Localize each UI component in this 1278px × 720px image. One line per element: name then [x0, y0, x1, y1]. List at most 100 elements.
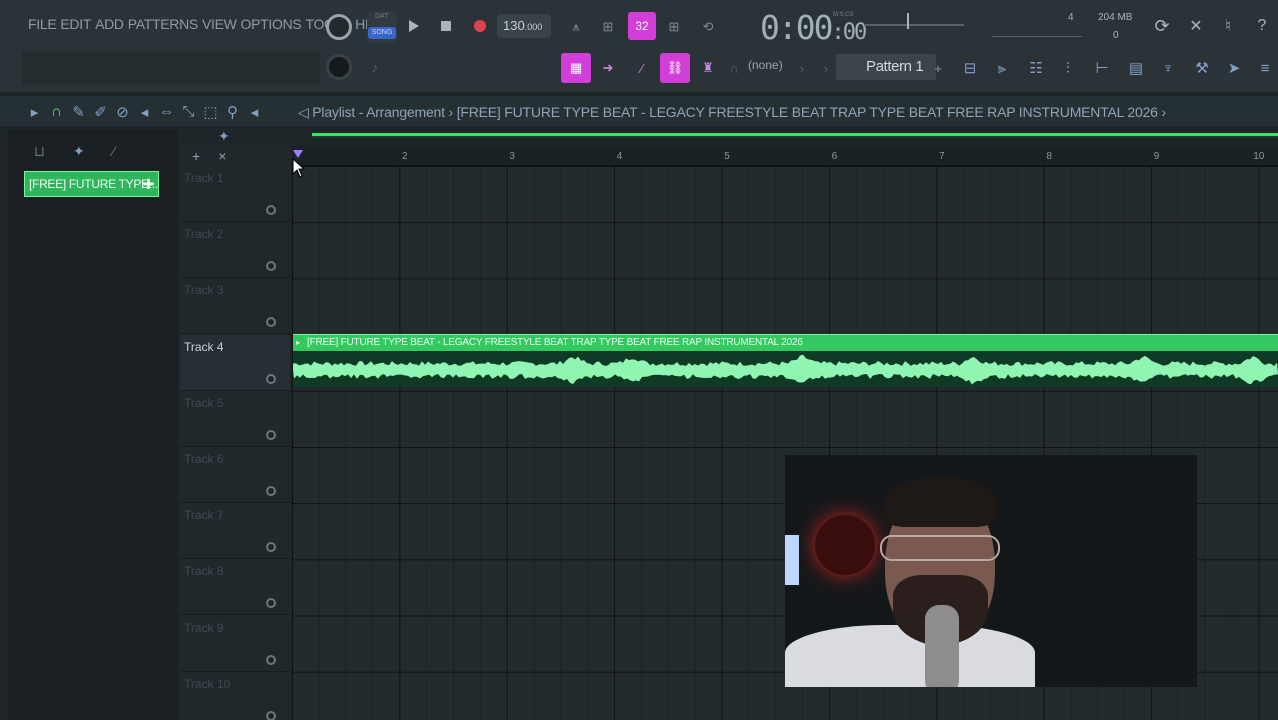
track-mute-button[interactable]: [266, 710, 276, 720]
refresh-button[interactable]: ⟳: [1150, 14, 1174, 38]
record-button[interactable]: [470, 16, 490, 36]
playhead-marker[interactable]: [293, 150, 303, 158]
wait-record-button[interactable]: ⊞: [596, 16, 620, 38]
track-mute-button[interactable]: [266, 317, 276, 328]
faders-button[interactable]: ⫶: [1056, 56, 1080, 80]
help-button[interactable]: ?: [1250, 14, 1274, 38]
track-header[interactable]: Track 1: [180, 166, 290, 222]
track-mute-button[interactable]: [266, 205, 276, 215]
paint-icon[interactable]: ✐: [92, 103, 109, 121]
slip-icon[interactable]: ⇔: [158, 103, 175, 121]
picker-automation-icon[interactable]: ⁄: [113, 143, 115, 160]
track-header[interactable]: Track 8: [180, 559, 290, 616]
scrollbar-thumb[interactable]: [312, 133, 1278, 136]
track-header[interactable]: Track 3: [180, 278, 290, 335]
select-icon[interactable]: ⬚: [202, 103, 219, 121]
browser-button[interactable]: ♜: [696, 56, 720, 80]
audio-clip[interactable]: ▸ [FREE] FUTURE TYPE BEAT - LEGACY FREES…: [293, 334, 1278, 387]
tools-button[interactable]: ⚒: [1190, 56, 1214, 80]
track-header[interactable]: Track 10: [180, 672, 290, 720]
channel-selector[interactable]: (none): [748, 58, 783, 72]
forward-icon: ➤: [1227, 60, 1241, 77]
track-header[interactable]: Track 5: [180, 391, 290, 447]
master-pitch-knob[interactable]: [326, 54, 352, 80]
mute-tool-icon[interactable]: ◂: [136, 103, 153, 121]
step-edit-button[interactable]: ⊞: [662, 16, 686, 38]
time-ruler[interactable]: 2 3 4 5 6 7 8 9 10: [292, 146, 1278, 166]
master-volume-knob[interactable]: [326, 14, 352, 40]
mixer-button[interactable]: ⊟: [958, 56, 982, 80]
add-pattern-button[interactable]: +: [930, 56, 946, 80]
file-button[interactable]: ▤: [1124, 56, 1148, 80]
master-pitch-slider[interactable]: [864, 24, 964, 26]
track-header[interactable]: Track 9: [180, 616, 290, 672]
delete-icon[interactable]: ⊘: [114, 103, 131, 121]
play-button[interactable]: [404, 16, 424, 36]
track-mute-button[interactable]: [266, 542, 276, 553]
zoom-icon[interactable]: ⚲: [224, 103, 241, 121]
pat-song-toggle[interactable]: DAT SONG: [367, 11, 397, 43]
track-mute-button[interactable]: [266, 598, 276, 609]
remove-track-icon[interactable]: ×: [218, 148, 226, 164]
menu-add[interactable]: ADD: [95, 16, 128, 38]
slider-handle[interactable]: [907, 13, 909, 29]
microphone: [925, 605, 959, 687]
menu-patterns[interactable]: PATTERNS: [128, 16, 202, 38]
track-header[interactable]: Track 7: [180, 503, 290, 560]
picker-pattern-icon[interactable]: ⊔: [34, 143, 45, 160]
track-mute-button[interactable]: [266, 373, 276, 384]
plugin-button[interactable]: ♆: [1156, 56, 1180, 80]
channel-view-button[interactable]: ☷: [1024, 56, 1048, 80]
track-mute-button[interactable]: [266, 261, 276, 272]
snap-button[interactable]: 32: [628, 12, 656, 40]
ruler-bar-number: 7: [939, 151, 945, 162]
stop-button[interactable]: [436, 16, 456, 36]
menu-options[interactable]: OPTIONS: [241, 16, 306, 38]
track-header[interactable]: Track 2: [180, 222, 290, 279]
brush-icon: ⁄: [640, 60, 644, 76]
lock-icon: ∩: [729, 60, 739, 76]
channel-rack-button[interactable]: ⁄: [630, 56, 654, 80]
add-track-icon[interactable]: +: [192, 148, 200, 164]
mic-button[interactable]: ♮: [1216, 14, 1240, 38]
track-header[interactable]: Track 4: [180, 334, 290, 391]
track-zoom-icon[interactable]: ✦: [218, 128, 230, 145]
hair: [883, 477, 997, 527]
pattern-selector[interactable]: Pattern 1: [836, 54, 936, 80]
menu-edit[interactable]: EDIT: [60, 16, 95, 38]
track-mute-button[interactable]: [266, 486, 276, 496]
ruler-bar-number: 2: [402, 151, 408, 162]
step-seq-button[interactable]: ⫸: [990, 56, 1014, 80]
mic-icon: ♮: [1225, 18, 1231, 35]
arrow-button[interactable]: ➤: [1222, 56, 1246, 80]
magnet-icon[interactable]: ∩: [48, 103, 65, 121]
add-clip-icon[interactable]: ✚: [143, 172, 155, 196]
tempo-display[interactable]: 130.000: [497, 14, 551, 38]
audio-clip-header[interactable]: ▸ [FREE] FUTURE TYPE BEAT - LEGACY FREES…: [293, 335, 1278, 351]
online-button[interactable]: ✕: [1184, 14, 1208, 38]
chevron-right-icon: ›: [799, 60, 805, 76]
picker-audio-icon[interactable]: ✦: [73, 143, 85, 160]
playlist-menu-arrow-icon[interactable]: ▸: [26, 103, 43, 121]
playlist-button[interactable]: ➜: [596, 56, 620, 80]
loop-record-button[interactable]: ⟲: [696, 16, 720, 38]
track-mute-button[interactable]: [266, 429, 276, 440]
playback-icon[interactable]: ◂: [246, 103, 263, 121]
menu-view[interactable]: VIEW: [202, 16, 241, 38]
slice-icon[interactable]: ⤡: [180, 103, 197, 121]
tree-button[interactable]: ⊢: [1090, 56, 1114, 80]
picker-clip-item[interactable]: [FREE] FUTURE TYPE... ✚: [24, 171, 159, 197]
menu-file[interactable]: FILE: [28, 16, 60, 38]
metronome-button[interactable]: ⩚: [565, 16, 587, 38]
clip-menu-arrow-icon[interactable]: ▸: [296, 335, 300, 351]
tempo-value: 130: [503, 18, 525, 33]
track-name: Track 2: [184, 227, 224, 242]
track-mute-button[interactable]: [266, 654, 276, 665]
pattern-prev-button[interactable]: ›: [818, 56, 834, 80]
link-button[interactable]: ⛓: [660, 53, 690, 83]
track-header[interactable]: Track 6: [180, 447, 290, 503]
menu-button[interactable]: ≡: [1254, 56, 1276, 80]
pencil-icon[interactable]: ✎: [70, 103, 87, 121]
piano-roll-icon: ▦: [569, 60, 583, 75]
piano-roll-button[interactable]: ▦: [561, 53, 591, 83]
